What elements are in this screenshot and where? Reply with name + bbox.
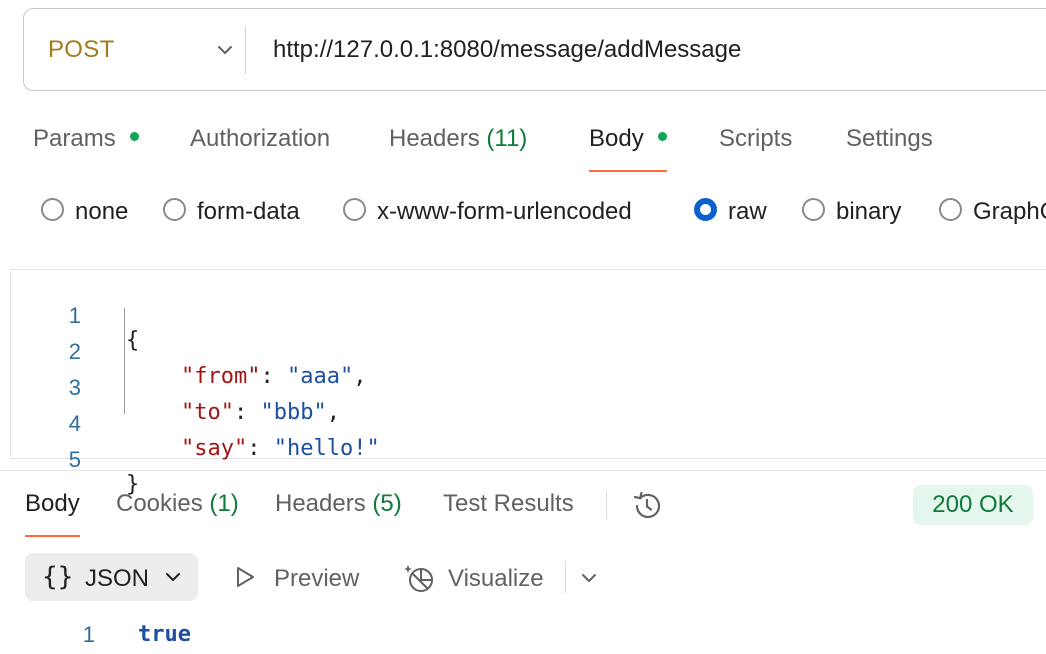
tab-body[interactable]: Body [589, 125, 667, 173]
preview-label: Preview [274, 565, 360, 592]
chevron-down-icon[interactable] [214, 39, 236, 61]
code-line: 3 "to": "bbb", [11, 350, 340, 425]
tab-label: Headers [389, 125, 480, 152]
braces-icon: {} [42, 562, 74, 592]
radio-label: none [75, 198, 129, 225]
radio-label: raw [728, 198, 767, 225]
tab-separator [606, 491, 607, 519]
tab-label: Test Results [443, 490, 574, 517]
code-text: "say": "hello!" [181, 436, 380, 461]
json-colon: : [247, 436, 274, 461]
tab-label: Headers [275, 490, 366, 517]
code-line: 1 { [11, 278, 140, 353]
radio-label: form-data [197, 198, 300, 225]
request-tabs: Params Authorization Headers (11) Body S… [0, 125, 1046, 175]
chevron-down-icon[interactable] [578, 567, 600, 589]
radio-label: binary [836, 198, 902, 225]
body-type-options: none form-data x-www-form-urlencoded raw… [0, 198, 1046, 228]
tab-label: Params [33, 125, 116, 152]
json-comma: , [326, 400, 340, 425]
tab-label: Scripts [719, 125, 793, 152]
response-tab-body[interactable]: Body [25, 490, 80, 538]
headers-count: (5) [372, 490, 402, 517]
tab-scripts[interactable]: Scripts [719, 125, 792, 173]
tab-label: Authorization [190, 125, 331, 152]
status-badge[interactable]: 200 OK [913, 485, 1033, 525]
body-type-raw[interactable]: raw [694, 198, 767, 228]
tab-label: Body [589, 125, 644, 152]
json-value: "aaa" [286, 364, 354, 389]
cookies-count: (1) [209, 490, 239, 517]
body-type-binary[interactable]: binary [802, 198, 901, 228]
tab-settings[interactable]: Settings [846, 125, 933, 173]
tab-label: Body [25, 490, 80, 517]
play-outline-icon [237, 567, 254, 587]
response-tab-cookies[interactable]: Cookies (1) [116, 490, 239, 538]
method-select[interactable]: POST [48, 36, 115, 64]
radio-label: GraphQ [973, 198, 1046, 225]
format-select-button[interactable]: {} JSON [25, 553, 198, 601]
code-line: 4 "say": "hello!" [11, 386, 380, 461]
response-toolbar: {} JSON Preview Visualize [0, 553, 1046, 601]
tab-label: Settings [846, 125, 933, 152]
response-divider[interactable] [0, 470, 1046, 471]
json-colon: : [233, 400, 261, 425]
json-colon: : [260, 364, 287, 389]
code-text: "from": "aaa", [181, 364, 366, 389]
radio-button[interactable] [802, 198, 825, 222]
headers-count: (11) [486, 125, 528, 152]
radio-button[interactable] [163, 198, 186, 222]
url-divider [245, 26, 246, 74]
tab-headers[interactable]: Headers (11) [389, 125, 527, 173]
json-value: "bbb" [260, 400, 327, 425]
response-tab-test-results[interactable]: Test Results [443, 490, 574, 538]
body-type-none[interactable]: none [41, 198, 128, 228]
indent-guide [124, 308, 125, 414]
body-status-dot [657, 132, 667, 142]
response-tabs: Body Cookies (1) Headers (5) Test Result… [0, 490, 1046, 540]
json-key: "from" [181, 364, 261, 389]
chevron-down-icon [166, 573, 180, 581]
code-text: { [126, 328, 140, 353]
toolbar-separator [565, 561, 566, 593]
request-body-editor[interactable]: 1 { 2 "from": "aaa", 3 "to": "bbb", 4 "s… [10, 269, 1046, 497]
response-tab-headers[interactable]: Headers (5) [275, 490, 402, 538]
body-type-form-data[interactable]: form-data [163, 198, 300, 228]
body-type-urlencoded[interactable]: x-www-form-urlencoded [343, 198, 632, 228]
history-icon[interactable] [630, 489, 664, 523]
line-number: 1 [82, 622, 95, 647]
request-url-bar: POST http://127.0.0.1:8080/message/addMe… [23, 8, 1046, 91]
json-key: "say" [181, 436, 248, 461]
json-comma: , [353, 364, 367, 389]
response-value: true [138, 622, 191, 647]
visualize-label: Visualize [448, 565, 544, 592]
json-value: "hello!" [273, 436, 380, 461]
url-input[interactable]: http://127.0.0.1:8080/message/addMessage [273, 36, 741, 64]
code-text: "to": "bbb", [181, 400, 340, 425]
tab-params[interactable]: Params [33, 125, 139, 173]
radio-label: x-www-form-urlencoded [377, 198, 632, 225]
tab-authorization[interactable]: Authorization [190, 125, 330, 173]
radio-button[interactable] [939, 198, 962, 222]
json-key: "to" [181, 400, 234, 425]
format-label: JSON [85, 565, 150, 592]
body-type-graphql[interactable]: GraphQ [939, 198, 1046, 228]
radio-button[interactable] [343, 198, 366, 222]
radio-button[interactable] [41, 198, 64, 222]
visualize-icon [404, 565, 433, 592]
tab-label: Cookies [116, 490, 203, 517]
params-status-dot [129, 132, 139, 142]
radio-button-checked[interactable] [694, 198, 717, 222]
code-line: 2 "from": "aaa", [11, 314, 367, 389]
code-line: 5 } [11, 422, 140, 497]
